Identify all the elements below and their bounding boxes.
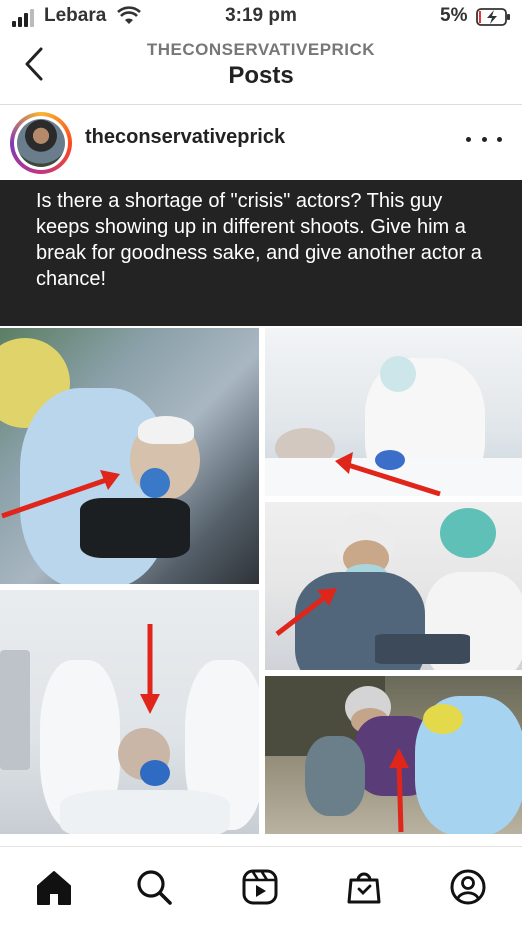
tab-shop[interactable]	[342, 865, 386, 909]
page-title: Posts	[228, 62, 294, 89]
top-navigation: THECONSERVATIVEPRICK Posts	[0, 34, 522, 105]
collage-photo-street	[265, 676, 522, 834]
collage-photo-car	[0, 328, 259, 584]
profile-icon	[450, 869, 486, 905]
tab-reels[interactable]	[238, 865, 282, 909]
status-bar: Lebara 3:19 pm 5%	[0, 0, 522, 34]
avatar[interactable]	[10, 112, 72, 174]
red-arrow-graphic	[389, 748, 409, 833]
red-arrow-graphic	[1, 470, 120, 519]
post-image-collage[interactable]	[0, 326, 522, 846]
reels-icon	[242, 869, 278, 905]
post-header: theconservativeprick	[0, 104, 522, 180]
post-caption: Is there a shortage of "crisis" actors? …	[36, 190, 482, 290]
more-options-icon[interactable]	[466, 124, 502, 154]
search-icon	[137, 870, 172, 905]
tab-home[interactable]	[32, 865, 76, 909]
home-icon	[37, 871, 71, 905]
tab-search[interactable]	[132, 865, 176, 909]
caption-box: Is there a shortage of "crisis" actors? …	[0, 180, 522, 326]
red-arrow-graphic	[335, 452, 441, 496]
bottom-tab-bar	[0, 846, 522, 929]
red-arrow-graphic	[140, 624, 160, 714]
shop-icon	[347, 872, 381, 904]
tab-profile[interactable]	[446, 865, 490, 909]
collage-photo-hospital-bed	[265, 328, 522, 496]
red-arrow-graphic	[275, 588, 337, 636]
post-username[interactable]: theconservativeprick	[85, 126, 285, 149]
account-name: THECONSERVATIVEPRICK	[146, 40, 376, 59]
collage-photo-icu	[0, 590, 259, 834]
collage-photo-xray	[265, 502, 522, 670]
battery-charging-icon	[476, 8, 510, 26]
battery-percent: 5%	[440, 5, 468, 26]
